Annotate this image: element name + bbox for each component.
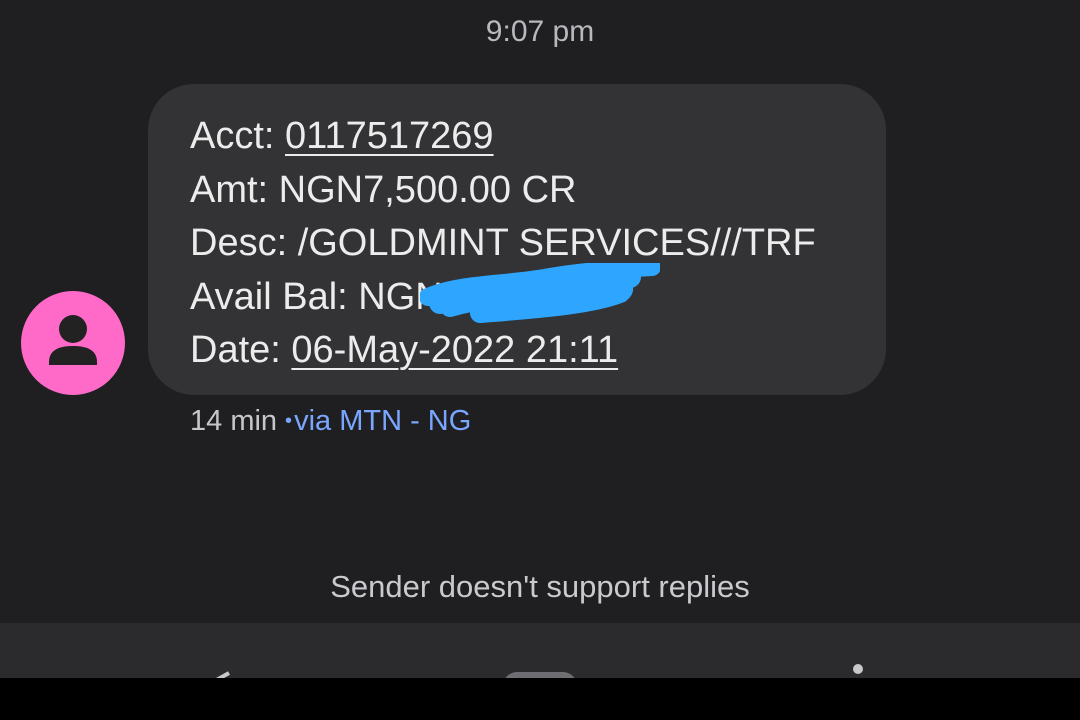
- date-link[interactable]: 06-May-2022 21:11: [291, 329, 618, 371]
- sender-avatar[interactable]: [21, 291, 125, 395]
- redaction-scribble: [420, 262, 660, 323]
- message-line-balance: Avail Bal: NGN .00: [190, 262, 886, 325]
- acct-label: Acct:: [190, 115, 286, 157]
- message-bubble[interactable]: Acct: 0117517269 Amt: NGN7,500.00 CR Des…: [148, 84, 886, 395]
- navigation-bar: [0, 623, 1080, 678]
- message-meta: 14 min •via MTN - NG: [190, 402, 471, 440]
- message-line-acct: Acct: 0117517269: [190, 110, 886, 164]
- message-age: 14 min: [190, 405, 278, 437]
- balance-label: Avail Bal: NGN: [190, 275, 443, 318]
- sim-carrier-link[interactable]: via MTN - NG: [294, 405, 471, 437]
- message-line-amount: Amt: NGN7,500.00 CR: [190, 168, 577, 211]
- meta-separator: •: [285, 410, 293, 432]
- back-icon[interactable]: [205, 667, 235, 678]
- date-label: Date:: [190, 329, 292, 371]
- accessibility-icon[interactable]: [836, 663, 880, 678]
- message-line-desc: Desc: /GOLDMINT SERVICES///TRF: [190, 222, 816, 264]
- acct-number-link[interactable]: 0117517269: [285, 115, 494, 157]
- message-timestamp: 9:07 pm: [485, 15, 595, 48]
- message-line-date: Date: 06-May-2022 21:11: [190, 324, 886, 378]
- no-reply-notice: Sender doesn't support replies: [330, 569, 750, 604]
- person-icon: [49, 315, 97, 365]
- balance-value-partial: .00: [542, 275, 596, 318]
- screen-bottom-edge: [0, 678, 1080, 720]
